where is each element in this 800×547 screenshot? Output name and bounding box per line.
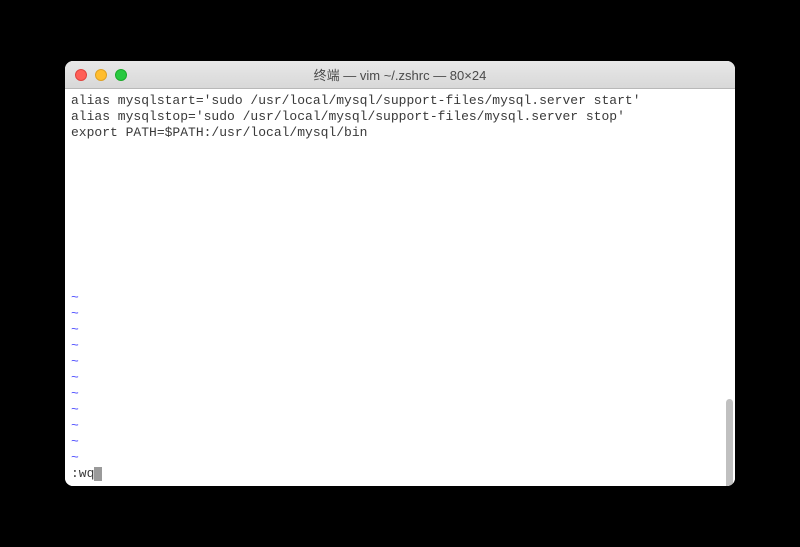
file-line-1: alias mysqlstart='sudo /usr/local/mysql/… <box>71 93 641 108</box>
file-line-2: alias mysqlstop='sudo /usr/local/mysql/s… <box>71 109 625 124</box>
empty-line-tilde: ~ <box>71 306 729 322</box>
empty-line-tilde: ~ <box>71 386 729 402</box>
close-button[interactable] <box>75 69 87 81</box>
file-content: alias mysqlstart='sudo /usr/local/mysql/… <box>71 93 729 141</box>
empty-line-tilde: ~ <box>71 322 729 338</box>
terminal-body[interactable]: alias mysqlstart='sudo /usr/local/mysql/… <box>65 89 735 486</box>
terminal-window: 终端 — vim ~/.zshrc — 80×24 alias mysqlsta… <box>65 61 735 486</box>
window-title: 终端 — vim ~/.zshrc — 80×24 <box>65 65 735 84</box>
minimize-button[interactable] <box>95 69 107 81</box>
empty-line-tilde: ~ <box>71 418 729 434</box>
empty-line-tilde: ~ <box>71 290 729 306</box>
command-line: :wq <box>71 466 729 482</box>
file-line-3: export PATH=$PATH:/usr/local/mysql/bin <box>71 125 367 140</box>
maximize-button[interactable] <box>115 69 127 81</box>
empty-line-tilde: ~ <box>71 402 729 418</box>
vim-command: :wq <box>71 466 94 482</box>
empty-line-tilde: ~ <box>71 354 729 370</box>
cursor <box>94 467 102 481</box>
titlebar: 终端 — vim ~/.zshrc — 80×24 <box>65 61 735 89</box>
tilde-section: ~~~~~~~~~~~ <box>71 141 729 466</box>
empty-line-tilde: ~ <box>71 450 729 466</box>
empty-line-tilde: ~ <box>71 434 729 450</box>
traffic-lights <box>65 69 127 81</box>
scrollbar[interactable] <box>726 399 733 486</box>
empty-line-tilde: ~ <box>71 338 729 354</box>
empty-line-tilde: ~ <box>71 370 729 386</box>
